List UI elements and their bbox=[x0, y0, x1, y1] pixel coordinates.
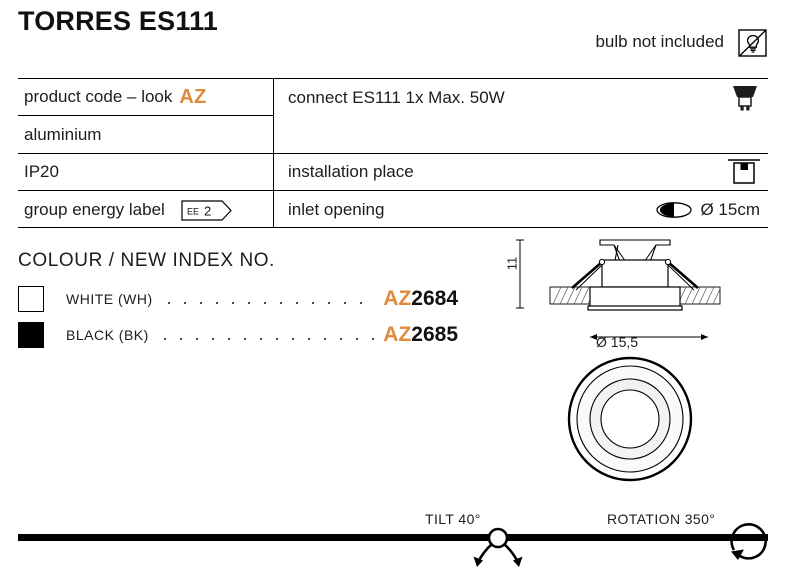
colour-code-white: AZ2684 bbox=[383, 287, 458, 311]
code-prefix: AZ bbox=[383, 323, 412, 346]
leader-dots bbox=[156, 332, 376, 346]
code-number: 2685 bbox=[411, 323, 458, 346]
side-view-diameter-label: Ø 15,5 bbox=[596, 334, 639, 350]
recessed-downlight-top-view bbox=[566, 355, 694, 483]
spec-label-material: aluminium bbox=[24, 124, 102, 144]
side-view-height-label: 11 bbox=[504, 256, 520, 271]
colour-section-heading: COLOUR / NEW INDEX NO. bbox=[18, 250, 276, 271]
gu10-lamp-icon bbox=[730, 82, 760, 114]
energy-badge-prefix: EE bbox=[187, 206, 199, 216]
spec-left-column: product code – look AZ aluminium IP20 gr… bbox=[18, 79, 274, 227]
spec-label-installation-place: installation place bbox=[288, 162, 414, 181]
spec-row-product-code: product code – look AZ bbox=[18, 79, 273, 116]
bulb-crossed-out-icon bbox=[738, 28, 768, 58]
colour-name-white: WHITE (WH) bbox=[66, 291, 153, 307]
recessed-downlight-side-view bbox=[490, 232, 780, 342]
colour-name-black: BLACK (BK) bbox=[66, 327, 149, 343]
inlet-opening-value-group: Ø 15cm bbox=[656, 200, 760, 220]
code-number: 2684 bbox=[411, 287, 458, 310]
colour-swatch-white bbox=[18, 286, 44, 312]
product-spec-sheet: TORRES ES111 bulb not included product c… bbox=[0, 0, 786, 586]
spec-label-connect: connect ES111 1x Max. 50W bbox=[288, 87, 505, 107]
rotation-arrow-icon bbox=[722, 516, 782, 576]
spec-row-installation-place: installation place bbox=[274, 154, 768, 191]
spec-row-material: aluminium bbox=[18, 116, 273, 154]
spec-label-inlet-opening: inlet opening bbox=[288, 200, 385, 219]
colour-code-black: AZ2685 bbox=[383, 323, 458, 347]
energy-badge-value: 2 bbox=[204, 203, 211, 218]
spec-right-column: connect ES111 1x Max. 50W installation p… bbox=[274, 79, 768, 227]
colour-swatch-black bbox=[18, 322, 44, 348]
colour-option-white[interactable]: WHITE (WH) AZ2684 bbox=[18, 283, 458, 315]
product-code-accent: AZ bbox=[179, 85, 207, 108]
spec-row-ip-rating: IP20 bbox=[18, 154, 273, 191]
spec-label-energy: group energy label bbox=[24, 200, 165, 219]
spec-label-ip-rating: IP20 bbox=[24, 162, 59, 181]
adjustment-baseline bbox=[18, 534, 768, 541]
code-prefix: AZ bbox=[383, 287, 412, 310]
bulb-not-included-label: bulb not included bbox=[595, 32, 724, 51]
spec-row-energy-label: group energy label EE 2 bbox=[18, 191, 273, 229]
cutout-hole-icon bbox=[656, 201, 693, 219]
tilt-arrows-icon bbox=[467, 524, 547, 586]
colour-option-black[interactable]: BLACK (BK) AZ2685 bbox=[18, 319, 458, 351]
page-title: TORRES ES111 bbox=[18, 6, 219, 36]
specification-table: product code – look AZ aluminium IP20 gr… bbox=[18, 78, 768, 228]
recessed-ceiling-icon bbox=[728, 157, 760, 187]
leader-dots bbox=[160, 296, 376, 310]
spec-row-inlet-opening: inlet opening Ø 15cm bbox=[274, 191, 768, 229]
rotation-label: ROTATION 350° bbox=[607, 511, 716, 527]
inlet-opening-diameter: Ø 15cm bbox=[700, 200, 760, 219]
spec-label-product-code: product code – look bbox=[24, 87, 173, 106]
energy-label-badge: EE 2 bbox=[181, 199, 233, 221]
spec-row-spacer bbox=[274, 116, 768, 154]
spec-row-connect: connect ES111 1x Max. 50W bbox=[274, 79, 768, 116]
